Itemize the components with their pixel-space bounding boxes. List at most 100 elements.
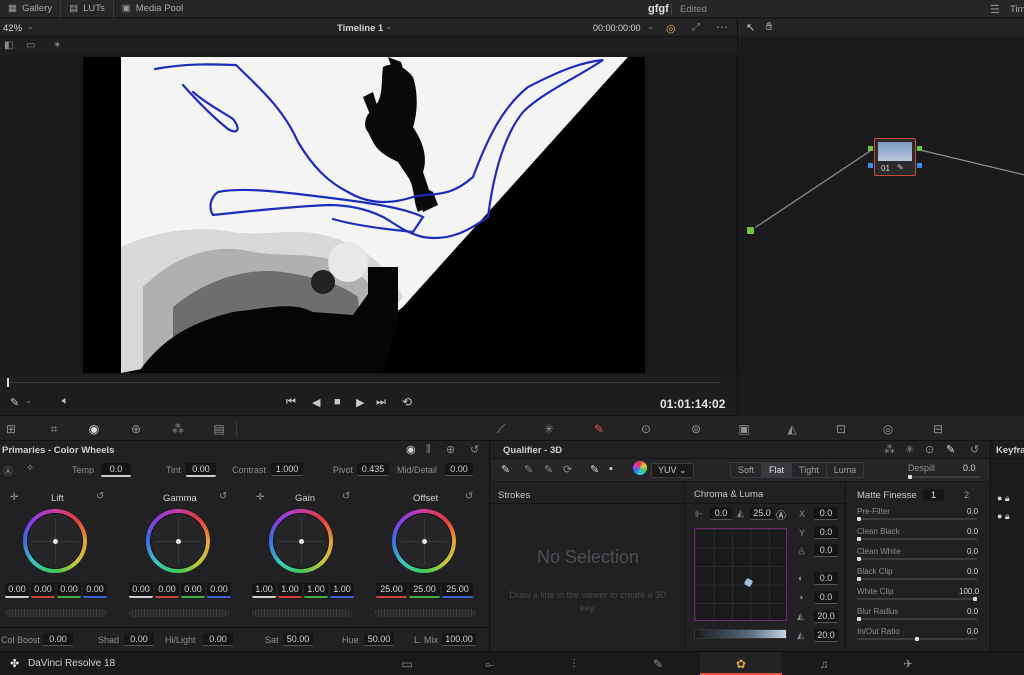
color-space-icon[interactable]: [633, 461, 647, 475]
matte-clean-white-slider[interactable]: [857, 557, 977, 561]
offset-wheel[interactable]: [392, 509, 456, 573]
gain-picker-icon[interactable]: ✛: [256, 492, 264, 503]
gain-r[interactable]: 1.00: [278, 583, 302, 598]
zoom-chevron-icon[interactable]: ⌄: [27, 22, 34, 31]
mode-flat[interactable]: Flat: [762, 463, 793, 477]
gain-reset-icon[interactable]: ↺: [342, 491, 350, 502]
contrast-field[interactable]: 1.000: [271, 463, 303, 476]
more-options-icon[interactable]: ⋯: [716, 20, 728, 34]
color-match-icon[interactable]: ⌗: [46, 421, 62, 437]
gamma-wheel[interactable]: [146, 509, 210, 573]
lmix-field[interactable]: 100.00: [442, 633, 476, 646]
eyedropper-chevron-icon[interactable]: ⌄: [25, 396, 32, 405]
node-output-rgb[interactable]: [917, 146, 922, 151]
lift-b[interactable]: 0.00: [83, 583, 107, 598]
matte-tab-1[interactable]: 1: [923, 489, 945, 501]
magic-mask-icon[interactable]: ▣: [736, 421, 752, 437]
rgb-mixer-icon[interactable]: ⁂: [170, 421, 186, 437]
log-mode-icon[interactable]: ⊕: [446, 443, 455, 456]
timeline-list-icon[interactable]: ☰: [990, 3, 1000, 16]
camera-raw-icon[interactable]: ⊞: [3, 421, 19, 437]
color-cycle-icon[interactable]: ◎: [666, 22, 676, 35]
temp-field[interactable]: 0.0: [101, 463, 131, 477]
matte-in-out-ratio-slider[interactable]: [857, 637, 977, 641]
skip-to-end-icon[interactable]: ⏭︎: [376, 396, 386, 409]
gamma-y[interactable]: 0.00: [129, 583, 153, 598]
chroma-scope[interactable]: [694, 528, 787, 621]
gain-b[interactable]: 1.00: [330, 583, 354, 598]
corrector-node[interactable]: 01 ✎: [874, 138, 916, 176]
color-warper-icon[interactable]: ✳: [541, 421, 557, 437]
media-pool-tab[interactable]: ▣ Media Pool: [114, 0, 192, 18]
blur-icon[interactable]: ◭: [784, 421, 800, 437]
color-page-icon[interactable]: ✿: [733, 656, 749, 672]
stop-icon[interactable]: ■: [334, 396, 341, 408]
highlight-icon[interactable]: ✶: [53, 40, 61, 51]
lift-r[interactable]: 0.00: [31, 583, 55, 598]
tracker-icon[interactable]: ⊚: [688, 421, 704, 437]
deliver-page-icon[interactable]: ✈: [900, 656, 916, 672]
gallery-tab[interactable]: ▦ Gallery: [0, 0, 62, 18]
picker-minus-icon[interactable]: ✎: [524, 463, 533, 476]
source-timecode[interactable]: 00:00:00:00: [593, 23, 641, 33]
luma-soft-high-field[interactable]: 20.0: [814, 629, 838, 642]
gamma-master-wheel[interactable]: [129, 609, 229, 617]
picker-plus-icon[interactable]: ✎: [544, 463, 553, 476]
matte-blur-radius-slider[interactable]: [857, 617, 977, 621]
colorspace-select[interactable]: YUV ⌄: [651, 463, 694, 478]
matte-clean-black-value[interactable]: 0.0: [967, 527, 978, 536]
sizing-icon[interactable]: ◎: [880, 421, 896, 437]
chroma-value-1[interactable]: 0.0: [710, 507, 732, 520]
eyedropper-icon[interactable]: ✎: [10, 396, 19, 409]
qualifier-icon[interactable]: ✎: [591, 421, 607, 437]
mode-luma[interactable]: Luma: [827, 463, 864, 477]
motion-effects-icon[interactable]: ▤: [211, 421, 227, 437]
gamma-b[interactable]: 0.00: [207, 583, 231, 598]
zoom-level[interactable]: 42%: [3, 23, 22, 34]
reset-all-icon[interactable]: ↺: [470, 443, 479, 456]
matte-in-out-ratio-value[interactable]: 0.0: [967, 627, 978, 636]
widescreen-icon[interactable]: ▭: [26, 40, 35, 51]
bars-mode-icon[interactable]: ⫼: [426, 444, 431, 455]
pivot-field[interactable]: 0.435: [357, 463, 389, 476]
invert-icon[interactable]: ⟳: [563, 463, 572, 476]
lift-picker-icon[interactable]: ✛: [10, 492, 18, 503]
hilight-field[interactable]: 0.00: [203, 633, 233, 646]
gamma-r[interactable]: 0.00: [155, 583, 179, 598]
play-reverse-icon[interactable]: ◀︎: [312, 396, 320, 409]
chroma-value-2[interactable]: 25.0: [750, 507, 774, 520]
rotate-field[interactable]: 0.0: [814, 544, 838, 557]
cut-page-icon[interactable]: ⟜: [482, 656, 498, 672]
timeline-name[interactable]: Timeline 1: [337, 23, 383, 34]
despill-value[interactable]: 0.0: [963, 463, 976, 473]
offset-r[interactable]: 25.00: [376, 583, 407, 598]
x-field[interactable]: 0.0: [814, 507, 838, 520]
node-output-key[interactable]: [917, 163, 922, 168]
despill-slider[interactable]: [908, 475, 980, 479]
curves-icon[interactable]: ⟋: [493, 421, 509, 437]
node-input-key[interactable]: [868, 163, 873, 168]
sat-field[interactable]: 50.00: [283, 633, 313, 646]
qualifier-3d-icon[interactable]: ✎: [946, 443, 955, 456]
qualifier-hsl-icon[interactable]: ✳: [905, 443, 914, 456]
scrub-bar[interactable]: [0, 376, 737, 390]
luma-range-bar[interactable]: [694, 629, 787, 639]
timeline-chevron-icon[interactable]: ⌄: [385, 22, 392, 31]
play-icon[interactable]: ▶︎: [356, 396, 364, 409]
edit-page-icon[interactable]: ⫶: [566, 656, 582, 672]
show-paths-icon[interactable]: ▪: [609, 463, 613, 475]
tint-field[interactable]: 0.00: [186, 463, 216, 477]
pointer-icon[interactable]: ↖: [746, 21, 755, 34]
gain-y[interactable]: 1.00: [252, 583, 276, 598]
matte-clean-black-slider[interactable]: [857, 537, 977, 541]
mode-soft[interactable]: Soft: [731, 463, 763, 477]
key-icon[interactable]: ⊡: [833, 421, 849, 437]
low-luma-field[interactable]: 0.0: [814, 572, 838, 585]
split-screen-icon[interactable]: ◧: [4, 40, 13, 51]
keyframe-row-1-icon[interactable]: ● 🔒︎: [997, 493, 1010, 504]
offset-b[interactable]: 25.00: [442, 583, 473, 598]
lift-reset-icon[interactable]: ↺: [96, 491, 104, 502]
hdr-wheels-icon[interactable]: ⊕: [128, 421, 144, 437]
chroma-auto-icon[interactable]: Ⓐ: [776, 507, 786, 522]
source-node-output[interactable]: [746, 226, 755, 235]
